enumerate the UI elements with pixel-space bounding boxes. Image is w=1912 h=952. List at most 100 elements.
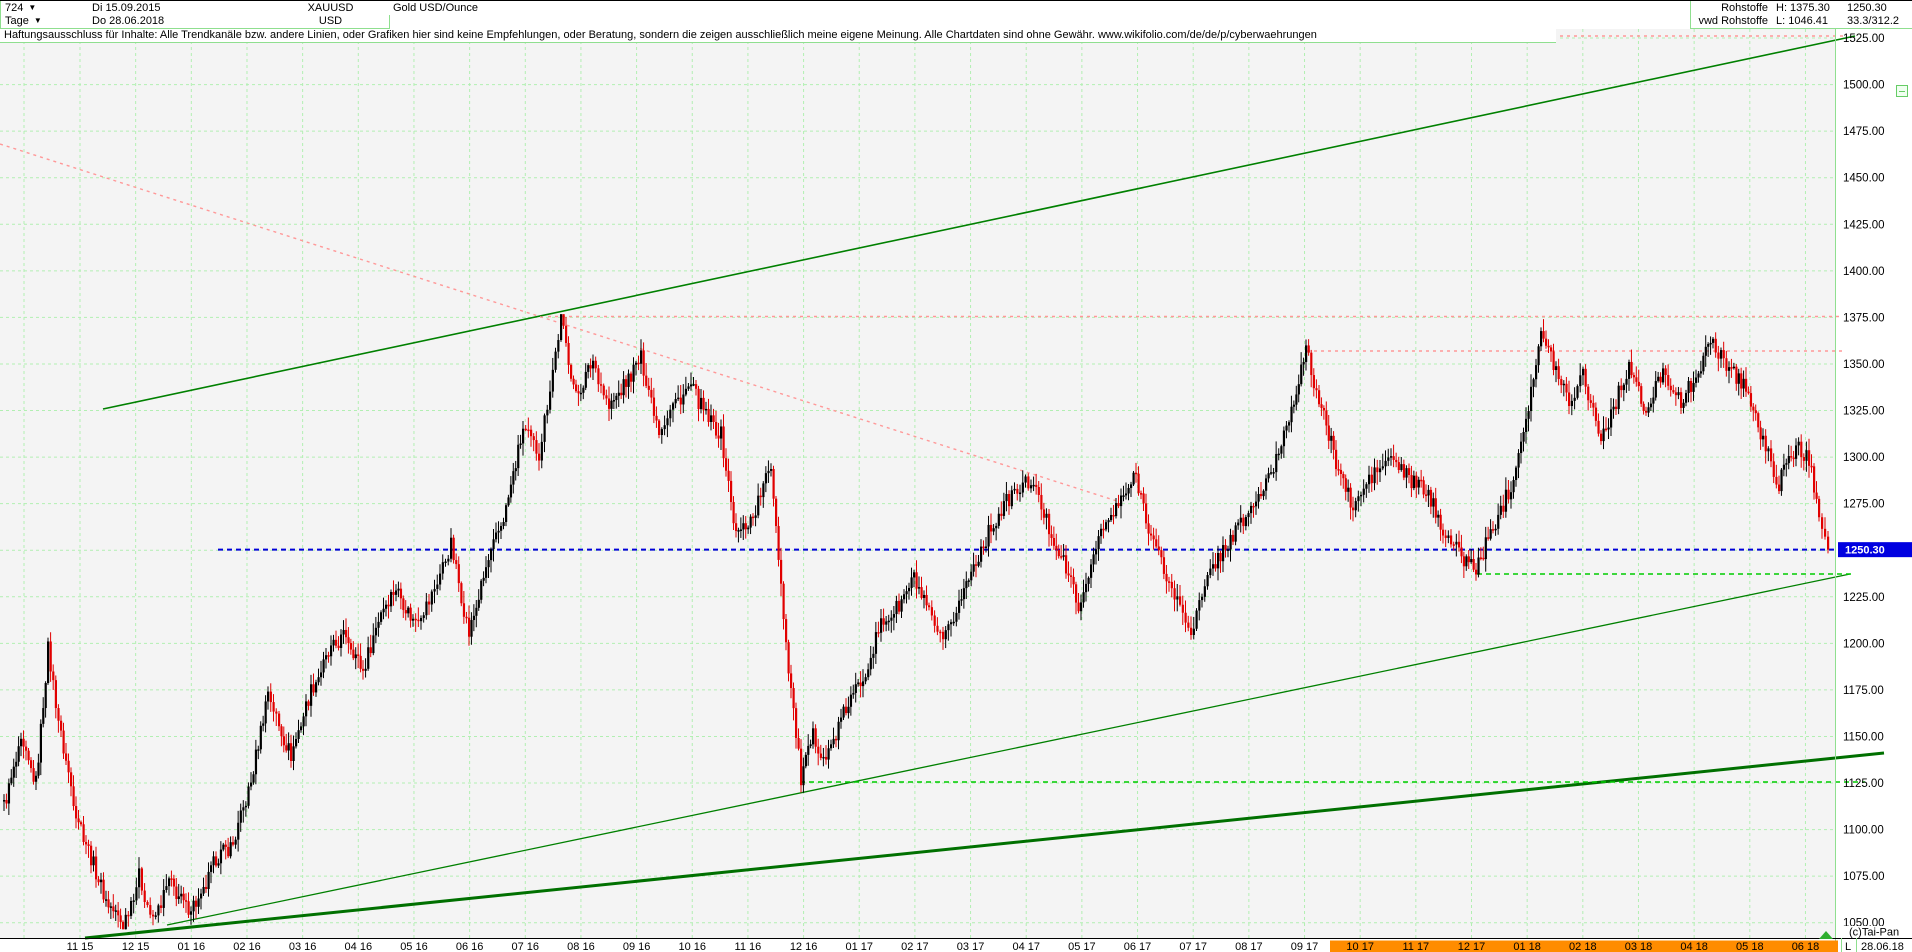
- price-chart[interactable]: 1525.00 1500.00 1475.00 1450.00 1425.00 1400.…: [0, 1, 1912, 952]
- candle-body: [1021, 482, 1024, 493]
- bars-count-dropdown[interactable]: 724 ▼: [0, 1, 89, 15]
- candle-body: [1295, 394, 1298, 405]
- candle-body: [942, 631, 945, 640]
- candle-body: [1176, 596, 1179, 600]
- candle-body: [1522, 432, 1525, 442]
- candle-body: [1552, 351, 1555, 371]
- candle-body: [468, 617, 471, 637]
- candle-body: [1557, 366, 1560, 380]
- candle-body: [1410, 474, 1413, 489]
- candle-body: [707, 408, 710, 422]
- candle-body: [567, 343, 570, 365]
- quote-provider-label: vwd Rohstoffe: [1698, 15, 1768, 27]
- candle-body: [1450, 535, 1453, 545]
- candle-body: [819, 753, 822, 758]
- candle-body: [1600, 433, 1603, 442]
- candle-body: [1072, 576, 1075, 585]
- candle-body: [1704, 346, 1707, 356]
- candle-body: [332, 639, 335, 646]
- candle-body: [509, 484, 513, 498]
- period-dropdown[interactable]: Tage ▼: [0, 14, 89, 29]
- x-axis-label: 07 17: [1179, 941, 1207, 952]
- candle-body: [325, 655, 328, 660]
- candle-body: [1280, 446, 1283, 454]
- candle-body: [462, 603, 466, 617]
- candle-body: [1370, 474, 1373, 484]
- candle-body: [1010, 490, 1013, 507]
- candle-body: [177, 896, 180, 900]
- candle-body: [320, 672, 323, 678]
- candle-body: [1568, 392, 1571, 407]
- candle-body: [1214, 564, 1217, 569]
- candle-body: [237, 822, 240, 840]
- candle-body: [936, 625, 939, 632]
- candle-body: [742, 523, 745, 530]
- candle-body: [1659, 376, 1662, 383]
- candle-body: [1082, 592, 1085, 603]
- currency-cell: USD: [272, 14, 390, 29]
- candle-body: [1107, 520, 1110, 523]
- x-axis-label: 05 18: [1736, 941, 1764, 952]
- candle-body: [1075, 584, 1078, 603]
- candle-body: [212, 856, 215, 866]
- candle-body: [285, 745, 288, 751]
- x-axis-label: 05 17: [1068, 941, 1096, 952]
- candle-body: [397, 588, 400, 591]
- candle-body: [460, 583, 463, 604]
- candle-body: [546, 409, 549, 416]
- candle-body: [785, 619, 788, 643]
- candle-body: [825, 756, 828, 760]
- candle-body: [149, 905, 152, 915]
- axis-collapse-icon[interactable]: [1896, 85, 1908, 97]
- candle-body: [1070, 575, 1073, 577]
- disclaimer-text: Haftungsausschluss für Inhalte: Alle Tre…: [0, 28, 1556, 43]
- candle-body: [354, 654, 357, 659]
- candle-body: [1532, 379, 1535, 387]
- candle-body: [1227, 549, 1230, 551]
- candle-body: [955, 612, 958, 622]
- candle-body: [1179, 596, 1182, 605]
- y-axis-label: 1175.00: [1843, 685, 1884, 697]
- candle-body: [1095, 549, 1098, 555]
- candle-body: [1016, 488, 1019, 494]
- candle-body: [22, 738, 25, 747]
- candle-body: [1272, 472, 1275, 474]
- candle-body: [490, 549, 493, 561]
- candle-body: [1757, 413, 1760, 428]
- candle-body: [1013, 488, 1016, 491]
- candle-body: [797, 737, 800, 749]
- candle-body: [1628, 361, 1631, 379]
- candle-body: [985, 546, 988, 548]
- candle-body: [1312, 375, 1315, 389]
- candle-body: [1647, 407, 1650, 413]
- candle-body: [222, 844, 225, 850]
- candle-body: [12, 766, 15, 778]
- candle-body: [849, 694, 853, 707]
- candle-body: [345, 629, 348, 638]
- candle-body: [202, 886, 205, 894]
- candle-body: [310, 684, 313, 706]
- candle-body: [322, 659, 325, 673]
- candle-body: [882, 618, 885, 625]
- candle-body: [1617, 385, 1620, 410]
- candle-body: [1637, 381, 1640, 387]
- candle-body: [958, 600, 961, 613]
- candle-body: [287, 743, 290, 751]
- candle-body: [1579, 375, 1582, 387]
- candle-body: [1429, 489, 1433, 507]
- candle-body: [1320, 404, 1323, 408]
- candle-body: [650, 389, 653, 398]
- candle-body: [119, 915, 122, 922]
- candle-body: [620, 392, 623, 396]
- candle-body: [32, 768, 35, 782]
- symbol-cell[interactable]: XAUUSD: [272, 1, 390, 15]
- candle-body: [804, 754, 807, 767]
- period-value: Tage: [5, 15, 29, 27]
- candle-body: [182, 893, 185, 901]
- date-from-cell[interactable]: Di 15.09.2015: [88, 1, 273, 15]
- candle-body: [340, 634, 343, 648]
- date-to-cell[interactable]: Do 28.06.2018: [88, 14, 273, 29]
- candle-body: [1540, 331, 1543, 347]
- candle-body: [1827, 536, 1830, 550]
- candle-body: [436, 584, 439, 589]
